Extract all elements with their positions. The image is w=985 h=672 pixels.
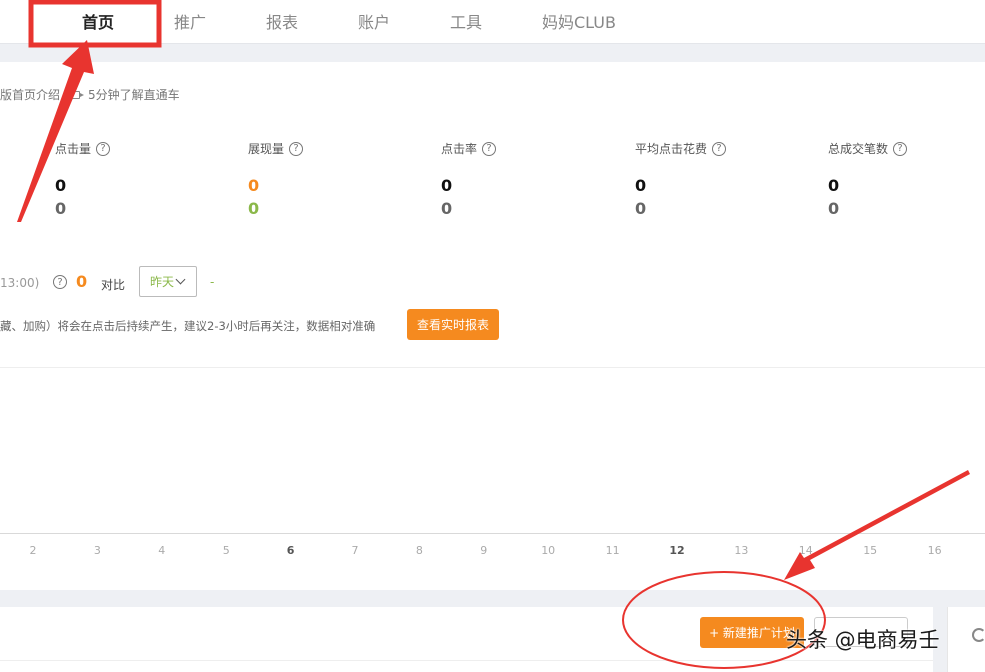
refresh-icon[interactable] <box>972 628 985 642</box>
section-divider <box>0 367 985 368</box>
metric-value-today: 0 <box>55 176 67 195</box>
metric-impressions: 展现量? 0 0 <box>248 140 408 218</box>
metric-total-orders: 总成交笔数? 0 0 <box>828 140 985 218</box>
chart-tick-label: 8 <box>415 544 423 557</box>
chevron-down-icon <box>175 274 186 285</box>
metric-avg-cpc: 平均点击花费? 0 0 <box>635 140 795 218</box>
chart-tick-label: 7 <box>351 544 359 557</box>
nav-tab-account[interactable]: 账户 <box>358 9 390 33</box>
chart-tick-label: 11 <box>605 544 620 557</box>
nav-tab-mama-club[interactable]: 妈妈CLUB <box>542 9 616 33</box>
metric-value-compare: 0 <box>635 199 647 218</box>
chart-tick-label: 14 <box>798 544 813 557</box>
nav-tab-home[interactable]: 首页 <box>82 9 114 33</box>
metric-value-today: 0 <box>441 176 453 195</box>
metric-value-today: 0 <box>248 176 260 195</box>
chart-tick-label: 3 <box>93 544 101 557</box>
chart-tick-label: 5 <box>222 544 230 557</box>
nav-tab-promotion[interactable]: 推广 <box>174 9 206 33</box>
metric-label: 点击率 <box>441 142 478 156</box>
nav-tab-reports[interactable]: 报表 <box>266 9 298 33</box>
metric-ctr: 点击率? 0 0 <box>441 140 601 218</box>
metric-value-compare: 0 <box>828 199 840 218</box>
chart-tick-label: 9 <box>480 544 488 557</box>
metric-value-compare: 0 <box>55 199 67 218</box>
compare-select-value: 昨天 <box>150 275 175 289</box>
view-realtime-report-button[interactable]: 查看实时报表 <box>407 309 499 340</box>
help-icon[interactable]: ? <box>289 141 304 156</box>
chart-tick-label: 13 <box>734 544 749 557</box>
chart-x-axis <box>0 533 985 534</box>
realtime-time-range: 13:00) <box>0 276 40 290</box>
compare-select[interactable]: 昨天 <box>139 266 197 297</box>
home-intro-link[interactable]: 版首页介绍 <box>0 86 60 103</box>
help-icon[interactable]: ? <box>53 275 67 289</box>
realtime-note: 藏、加购）将会在点击后持续产生，建议2-3小时后再关注，数据相对准确 <box>0 319 376 333</box>
video-intro-link[interactable]: 5分钟了解直通车 <box>88 86 180 103</box>
nav-tab-tools[interactable]: 工具 <box>450 9 482 33</box>
help-icon[interactable]: ? <box>893 141 908 156</box>
video-icon <box>69 91 85 99</box>
chart-tick-label: 12 <box>669 544 685 557</box>
chart-tick-label: 16 <box>927 544 942 557</box>
plans-divider <box>0 660 933 661</box>
metric-value-today: 0 <box>828 176 840 195</box>
metric-clicks: 点击量? 0 0 <box>55 140 215 218</box>
chart-tick-label: 6 <box>286 544 295 557</box>
chart-tick-label: 4 <box>158 544 166 557</box>
chart-tick-label: 2 <box>29 544 37 557</box>
metric-value-compare: 0 <box>248 199 260 218</box>
realtime-count: 0 <box>76 272 88 291</box>
realtime-row: 13:00) ? 0 对比 昨天 - <box>0 266 400 298</box>
metric-label: 点击量 <box>55 142 92 156</box>
compare-delta: - <box>210 275 215 289</box>
intro-links: 版首页介绍 5分钟了解直通车 <box>0 86 180 103</box>
metric-label: 总成交笔数 <box>828 142 889 156</box>
metric-label: 展现量 <box>248 142 285 156</box>
watermark-text: 头条 @电商易壬 <box>786 628 940 652</box>
help-icon[interactable]: ? <box>712 141 727 156</box>
metric-value-today: 0 <box>635 176 647 195</box>
metric-label: 平均点击花费 <box>635 142 708 156</box>
help-icon[interactable]: ? <box>96 141 111 156</box>
metric-value-compare: 0 <box>441 199 453 218</box>
top-navigation: 首页 推广 报表 账户 工具 妈妈CLUB <box>0 0 985 44</box>
help-icon[interactable]: ? <box>482 141 497 156</box>
compare-label: 对比 <box>101 278 126 292</box>
chart-tick-label: 10 <box>541 544 556 557</box>
chart-tick-label: 15 <box>863 544 878 557</box>
